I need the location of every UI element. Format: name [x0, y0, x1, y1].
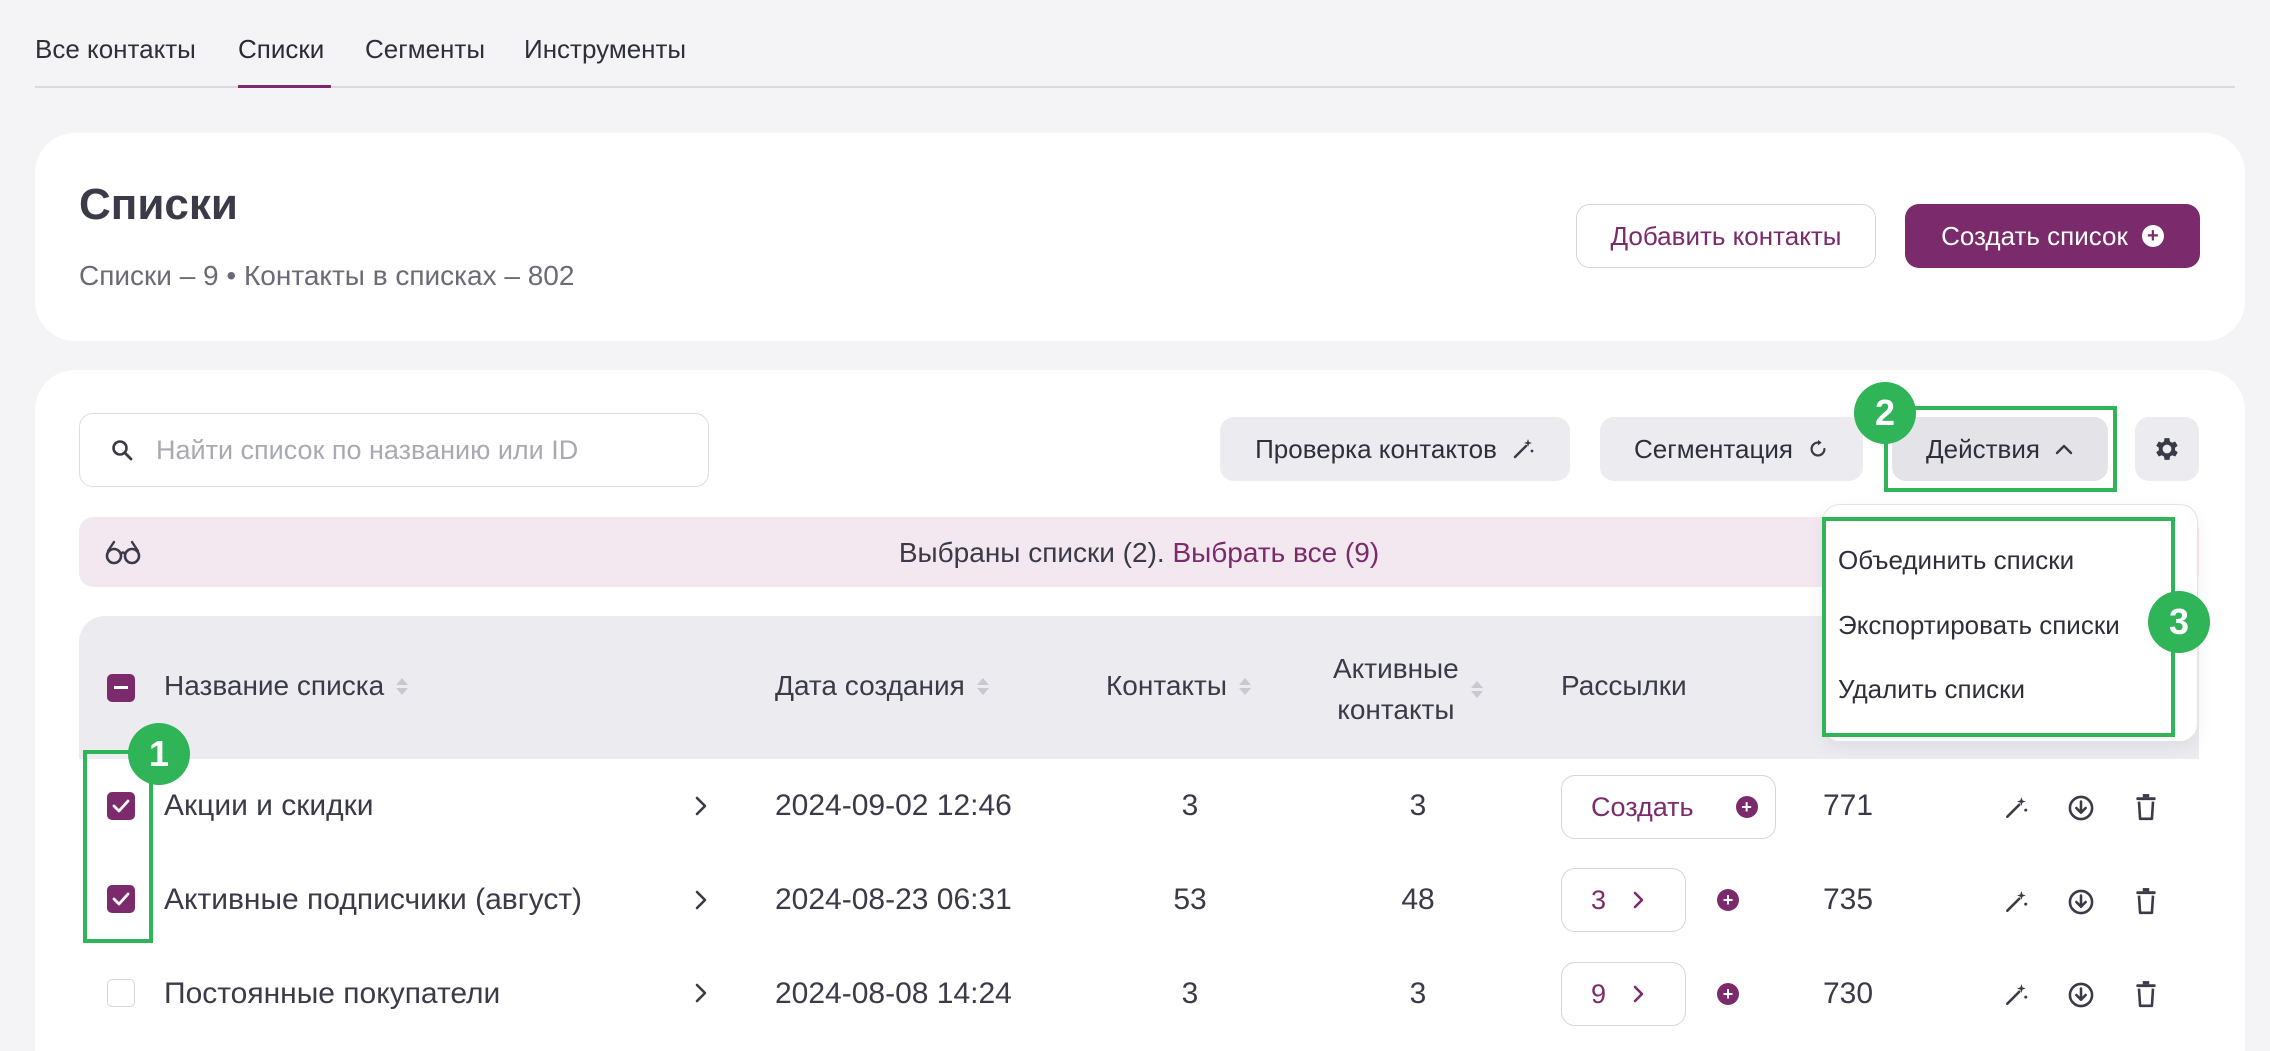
- add-mailing-icon[interactable]: +: [1717, 983, 1739, 1005]
- page-title: Списки: [79, 180, 238, 229]
- check-contacts-label: Проверка контактов: [1255, 433, 1497, 464]
- annotation-box-3: [1822, 517, 2175, 737]
- column-mailings: Рассылки: [1561, 670, 1687, 701]
- sort-icon: [1470, 680, 1483, 698]
- select-all-link[interactable]: Выбрать все (9): [1172, 537, 1379, 568]
- add-mailing-icon[interactable]: +: [1717, 889, 1739, 911]
- row-id: 735: [1823, 883, 1874, 916]
- tab-segments[interactable]: Сегменты: [365, 34, 485, 65]
- column-created[interactable]: Дата создания: [775, 670, 989, 702]
- tab-all-contacts[interactable]: Все контакты: [35, 34, 196, 65]
- annotation-badge-1: 1: [128, 723, 190, 785]
- settings-button[interactable]: [2135, 417, 2199, 481]
- add-contacts-button[interactable]: Добавить контакты: [1576, 204, 1876, 268]
- chevron-right-icon: [1633, 985, 1644, 1003]
- row-contacts: 3: [1181, 977, 1199, 1010]
- selected-count-text: Выбраны списки (2).: [898, 537, 1165, 568]
- mailings-count-button[interactable]: 3: [1561, 868, 1686, 932]
- row-name[interactable]: Акции и скидки: [164, 789, 374, 823]
- magic-wand-icon: [1513, 439, 1534, 459]
- row-name[interactable]: Активные подписчики (август): [164, 883, 582, 917]
- search-box: [79, 413, 709, 487]
- sort-icon: [396, 677, 409, 695]
- search-input[interactable]: [156, 414, 686, 486]
- sort-icon: [976, 677, 989, 695]
- trash-icon[interactable]: [2133, 980, 2159, 1008]
- annotation-badge-3: 3: [2148, 591, 2210, 653]
- row-name[interactable]: Постоянные покупатели: [164, 977, 500, 1011]
- annotation-box-2: [1884, 406, 2117, 492]
- segmentation-label: Сегментация: [1634, 433, 1793, 464]
- column-contacts[interactable]: Контакты: [1106, 670, 1251, 702]
- segmentation-button[interactable]: Сегментация: [1600, 417, 1863, 481]
- annotation-badge-2: 2: [1854, 382, 1916, 444]
- row-checkbox[interactable]: [107, 979, 135, 1007]
- check-contacts-button[interactable]: Проверка контактов: [1220, 417, 1570, 481]
- row-active-contacts: 48: [1401, 883, 1435, 916]
- chevron-right-icon: [1633, 891, 1644, 909]
- top-tabs: Все контакты Списки Сегменты Инструменты: [35, 0, 2235, 88]
- page-subtitle: Списки – 9 • Контакты в списках – 802: [79, 260, 575, 291]
- magic-wand-icon[interactable]: [2003, 982, 2029, 1008]
- row-contacts: 3: [1181, 789, 1199, 822]
- download-icon[interactable]: [2067, 888, 2095, 916]
- row-id: 771: [1823, 789, 1874, 822]
- select-all-checkbox[interactable]: [107, 674, 135, 702]
- sort-icon: [1238, 677, 1251, 695]
- mailings-count-button[interactable]: 9: [1561, 962, 1686, 1026]
- create-mailing-button[interactable]: Создать +: [1561, 775, 1776, 839]
- row-id: 730: [1823, 977, 1874, 1010]
- column-active-contacts[interactable]: Активные контакты: [1333, 648, 1483, 730]
- trash-icon[interactable]: [2133, 793, 2159, 821]
- column-name[interactable]: Название списка: [164, 670, 409, 702]
- row-active-contacts: 3: [1409, 977, 1427, 1010]
- download-icon[interactable]: [2067, 794, 2095, 822]
- tab-tools[interactable]: Инструменты: [524, 34, 686, 65]
- row-contacts: 53: [1173, 883, 1207, 916]
- refresh-icon: [1810, 439, 1826, 457]
- row-created: 2024-08-23 06:31: [775, 883, 1012, 916]
- chevron-right-icon[interactable]: [692, 888, 710, 912]
- row-created: 2024-09-02 12:46: [775, 789, 1012, 822]
- trash-icon[interactable]: [2133, 887, 2159, 915]
- search-icon: [112, 440, 133, 461]
- chevron-right-icon[interactable]: [692, 981, 710, 1005]
- add-contacts-label: Добавить контакты: [1610, 220, 1842, 251]
- plus-circle-icon: +: [1735, 796, 1758, 818]
- create-list-button[interactable]: Создать список +: [1905, 204, 2200, 268]
- row-active-contacts: 3: [1409, 789, 1427, 822]
- active-tab-underline: [238, 85, 331, 88]
- magic-wand-icon[interactable]: [2003, 889, 2029, 915]
- tab-lists[interactable]: Списки: [238, 34, 324, 65]
- gear-icon: [2156, 438, 2178, 460]
- row-created: 2024-08-08 14:24: [775, 977, 1012, 1010]
- download-icon[interactable]: [2067, 981, 2095, 1009]
- create-list-label: Создать список: [1941, 220, 2128, 251]
- plus-circle-icon: +: [2141, 225, 2164, 247]
- magic-wand-icon[interactable]: [2003, 795, 2029, 821]
- chevron-right-icon[interactable]: [692, 794, 710, 818]
